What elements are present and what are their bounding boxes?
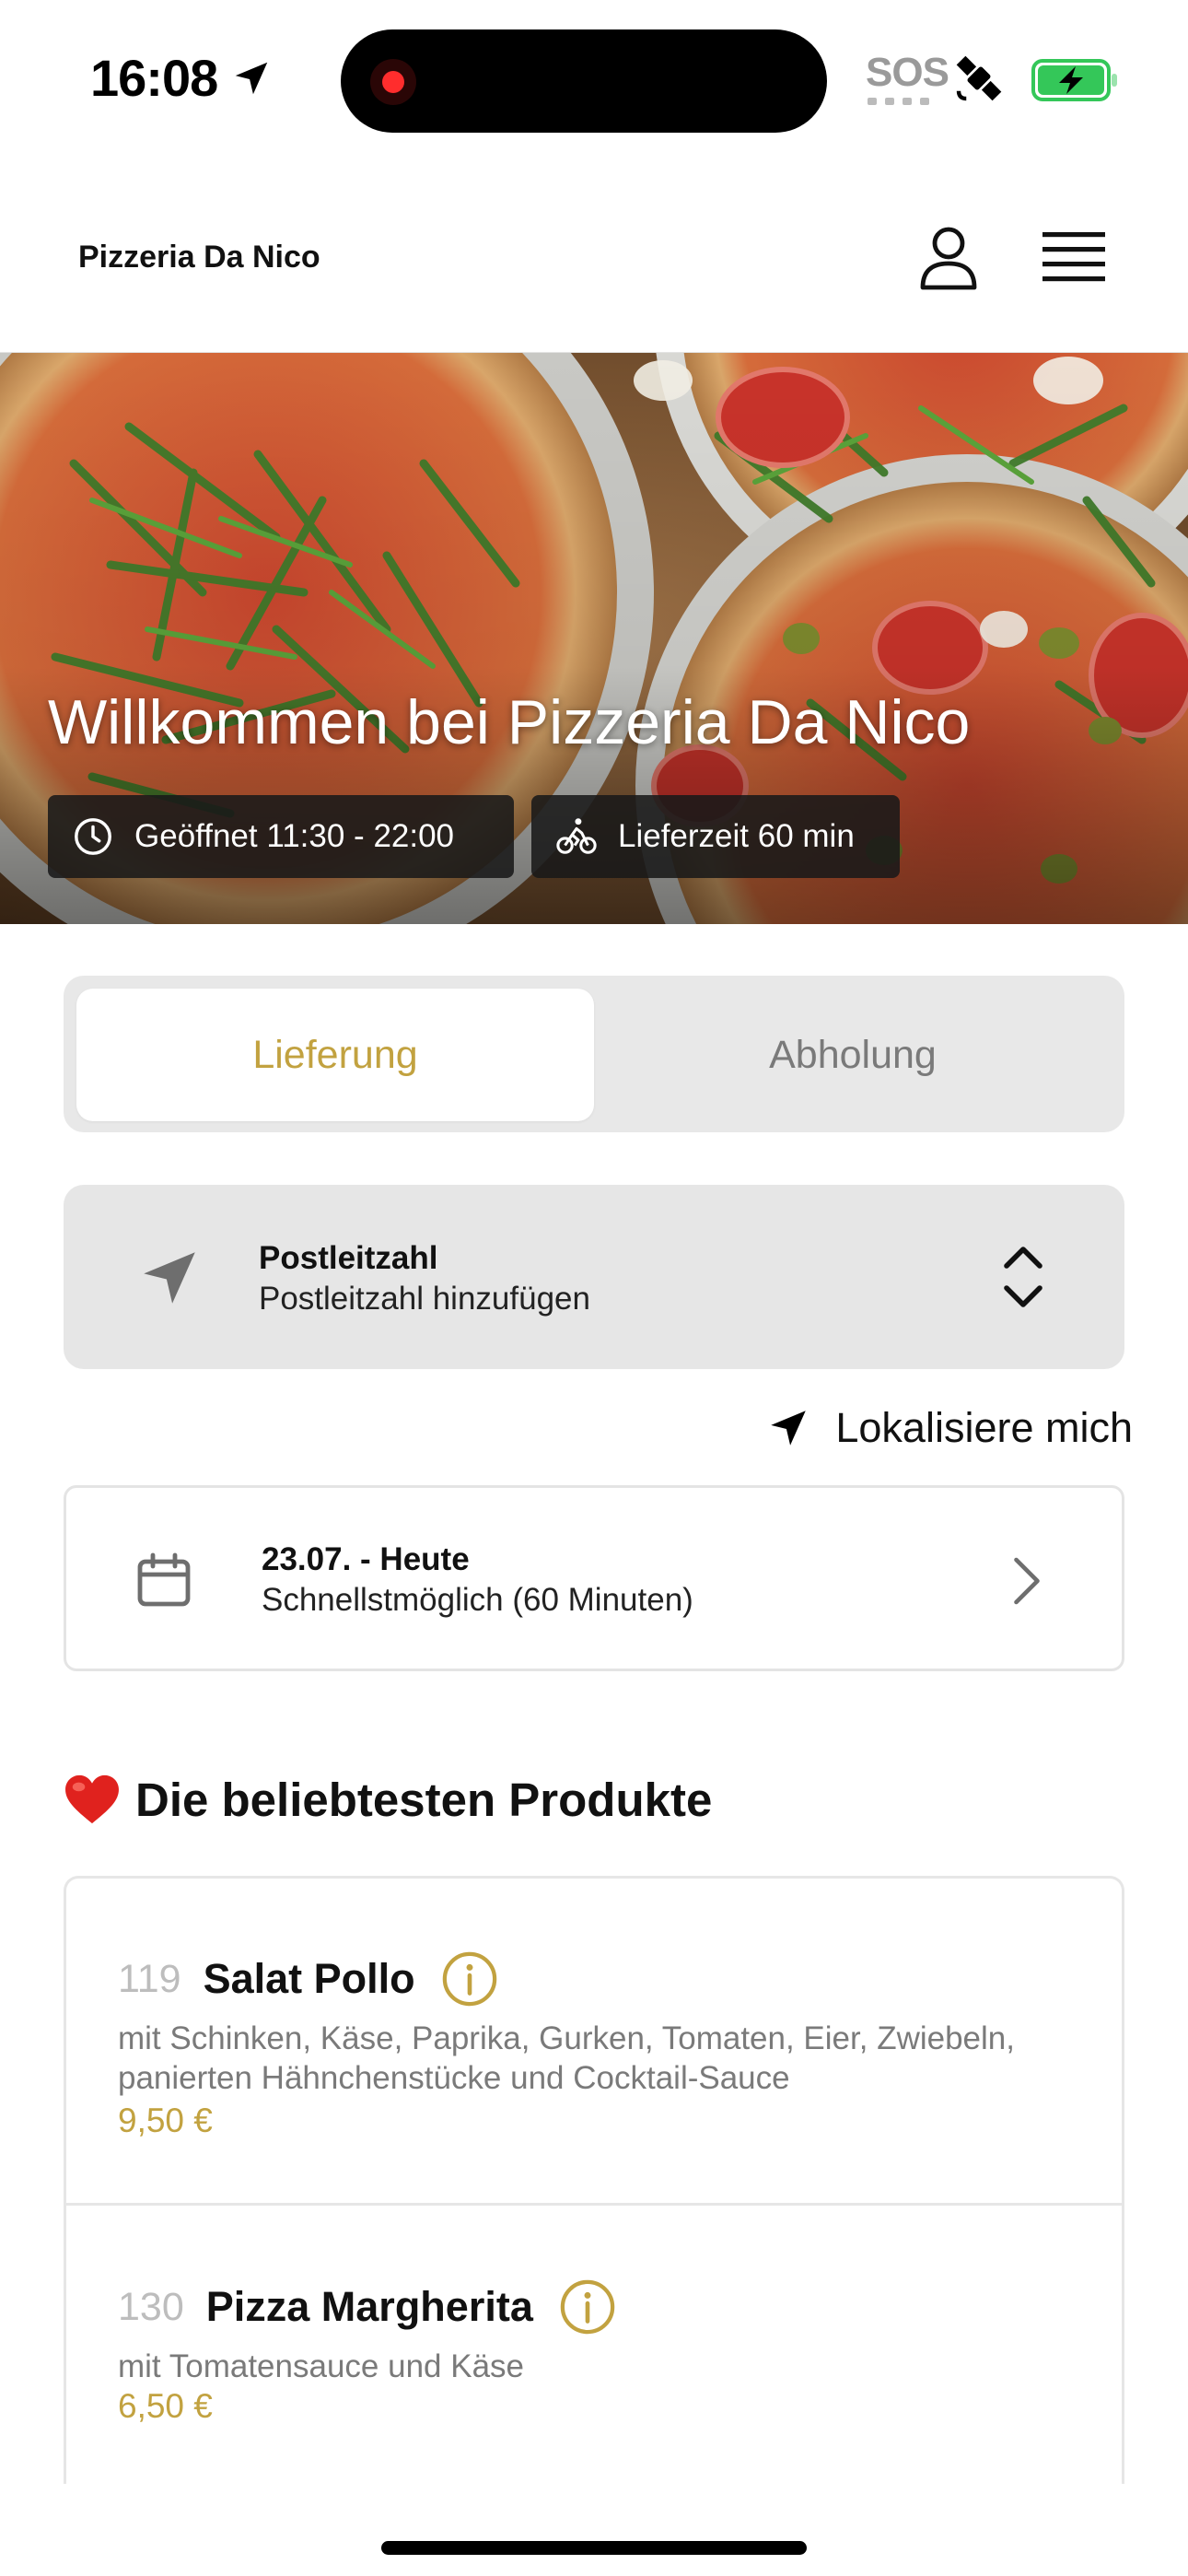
tab-abholung[interactable]: Abholung	[594, 989, 1112, 1121]
heart-icon	[65, 1774, 119, 1824]
list-item[interactable]: 119 Salat Pollo mit Schinken, Käse, Papr…	[66, 1879, 1122, 2206]
product-name: Salat Pollo	[203, 1955, 415, 2002]
locate-me-label: Lokalisiere mich	[835, 1404, 1133, 1451]
bicycle-icon	[556, 818, 597, 854]
status-time: 16:08	[90, 49, 218, 107]
date-selector[interactable]: 23.07. - Heute Schnellstmöglich (60 Minu…	[64, 1485, 1124, 1671]
popular-products-title: Die beliebtesten Produkte	[135, 1773, 713, 1826]
status-bar: 16:08 SOS	[0, 0, 1188, 157]
product-header: 130 Pizza Margherita	[118, 2278, 616, 2336]
product-price: 9,50 €	[118, 2102, 213, 2139]
signal-dots-icon	[868, 98, 929, 105]
product-header: 119 Salat Pollo	[118, 1950, 498, 2008]
hero-banner: Willkommen bei Pizzeria Da Nico Geöffnet…	[0, 353, 1188, 924]
info-icon[interactable]	[559, 2278, 616, 2336]
dynamic-island	[341, 29, 827, 133]
product-list: 119 Salat Pollo mit Schinken, Käse, Papr…	[64, 1876, 1124, 2484]
location-arrow-icon	[235, 62, 268, 95]
sos-label: SOS	[866, 50, 949, 95]
home-indicator[interactable]	[381, 2541, 807, 2555]
clock-icon	[75, 818, 111, 855]
navigation-arrow-icon	[144, 1252, 195, 1304]
list-item[interactable]: 130 Pizza Margherita mit Tomatensauce un…	[66, 2208, 1122, 2484]
date-subtitle: Schnellstmöglich (60 Minuten)	[262, 1582, 693, 1618]
info-icon[interactable]	[441, 1950, 498, 2008]
user-icon[interactable]	[912, 221, 985, 295]
product-number: 130	[118, 2284, 184, 2329]
chevron-up-down-icon	[1004, 1247, 1042, 1307]
locate-me-button[interactable]: Lokalisiere mich	[746, 1397, 1133, 1459]
postcode-placeholder: Postleitzahl hinzufügen	[259, 1281, 590, 1317]
chevron-right-icon	[1014, 1557, 1040, 1605]
hero-title: Willkommen bei Pizzeria Da Nico	[48, 687, 971, 757]
delivery-time-label: Lieferzeit 60 min	[618, 818, 855, 854]
product-name: Pizza Margherita	[205, 2283, 533, 2330]
product-number: 119	[118, 1956, 181, 2001]
postcode-selector[interactable]: Postleitzahl Postleitzahl hinzufügen	[64, 1185, 1124, 1369]
opening-hours-badge: Geöffnet 11:30 - 22:00	[48, 795, 514, 878]
recording-icon	[370, 59, 416, 105]
menu-icon[interactable]	[1039, 223, 1109, 293]
calendar-icon	[137, 1552, 191, 1607]
opening-hours-label: Geöffnet 11:30 - 22:00	[134, 818, 455, 854]
navigation-arrow-icon	[771, 1411, 807, 1446]
satellite-icon	[956, 55, 1002, 101]
product-price: 6,50 €	[118, 2387, 213, 2425]
date-title: 23.07. - Heute	[262, 1541, 470, 1577]
tab-lieferung[interactable]: Lieferung	[76, 989, 594, 1121]
order-mode-toggle: Lieferung Abholung	[64, 976, 1124, 1132]
app-header: Pizzeria Da Nico	[0, 157, 1188, 353]
product-description: mit Schinken, Käse, Paprika, Gurken, Tom…	[118, 2020, 1015, 2096]
restaurant-name[interactable]: Pizzeria Da Nico	[78, 240, 320, 275]
postcode-title: Postleitzahl	[259, 1240, 438, 1276]
delivery-time-badge: Lieferzeit 60 min	[531, 795, 900, 878]
popular-products-heading: Die beliebtesten Produkte	[64, 1767, 712, 1832]
product-description: mit Tomatensauce und Käse	[118, 2348, 525, 2384]
battery-charging-icon	[1031, 59, 1117, 101]
